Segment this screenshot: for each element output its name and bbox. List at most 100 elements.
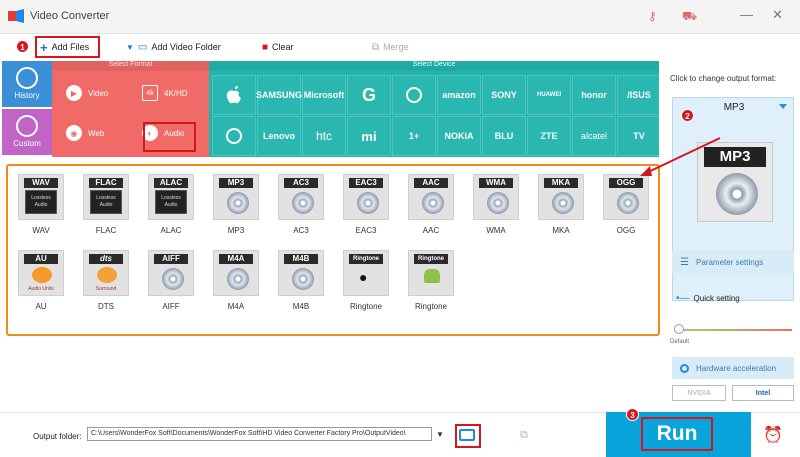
eac3-format-icon: EAC3: [343, 174, 389, 220]
radio-icon: [680, 363, 689, 373]
device-microsoft[interactable]: Microsoft: [302, 75, 346, 115]
ogg-format-icon: OGG: [603, 174, 649, 220]
format-label: Ringtone: [414, 302, 448, 311]
format-alac[interactable]: ALAC Lossless Audio ALAC: [148, 174, 194, 235]
slider-handle[interactable]: [674, 324, 684, 334]
custom-label: Custom: [13, 139, 41, 148]
format-m4a[interactable]: M4A M4A: [213, 250, 259, 311]
format-video-button[interactable]: ▶ Video: [56, 75, 128, 111]
ringtone-iphone-icon: Ringtone ●: [343, 250, 389, 296]
custom-button[interactable]: Custom: [2, 109, 52, 155]
format-au[interactable]: AU Audio Units AU: [18, 250, 64, 311]
wav-format-icon: WAV Lossless Audio: [18, 174, 64, 220]
lg-icon: [406, 87, 422, 103]
format-label: AAC: [422, 226, 440, 235]
format-label: FLAC: [95, 226, 117, 235]
select-device-header: Select Device: [209, 61, 659, 71]
alarm-clock-icon[interactable]: ⏰: [763, 425, 783, 445]
format-label: M4B: [292, 302, 310, 311]
format-flac[interactable]: FLAC Lossless Audio FLAC: [83, 174, 129, 235]
toolbar: + Add Files ▼ ▭ Add Video Folder ■ Clear…: [0, 34, 800, 60]
format-label: M4A: [227, 302, 245, 311]
device-samsung[interactable]: SAMSUNG: [256, 75, 302, 115]
format-aac[interactable]: AAC AAC: [408, 174, 454, 235]
format-ringtone-iphone[interactable]: Ringtone ● Ringtone: [343, 250, 389, 311]
key-icon[interactable]: ⚷: [648, 9, 657, 23]
history-button[interactable]: History: [2, 61, 52, 107]
format-label: AC3: [293, 226, 309, 235]
format-4k-hd-button[interactable]: 4k 4K/HD: [132, 75, 204, 111]
parameter-settings-button[interactable]: ☰ Parameter settings: [672, 251, 794, 273]
device-lg[interactable]: [392, 75, 436, 115]
chevron-down-icon[interactable]: [779, 104, 787, 109]
ringtone-android-icon: Ringtone: [408, 250, 454, 296]
folder-icon: ▭: [137, 41, 148, 53]
run-button[interactable]: Run: [641, 417, 713, 451]
device-apple[interactable]: [212, 75, 256, 115]
format-aiff[interactable]: AIFF AIFF: [148, 250, 194, 311]
select-format-header: Select Format: [52, 61, 209, 71]
format-wma[interactable]: WMA WMA: [473, 174, 519, 235]
format-mp3[interactable]: MP3 MP3: [213, 174, 259, 235]
intel-option[interactable]: Intel: [732, 385, 794, 401]
device-oneplus[interactable]: 1+: [392, 116, 436, 156]
merge-icon[interactable]: ⧉: [520, 429, 528, 442]
nvidia-option[interactable]: NVIDIA: [672, 385, 726, 401]
apple-icon: [226, 86, 241, 104]
device-nokia[interactable]: NOKIA: [437, 116, 481, 156]
hardware-acceleration-toggle[interactable]: Hardware acceleration: [672, 357, 794, 379]
format-web-label: Web: [88, 128, 105, 138]
quick-setting-slider[interactable]: [676, 329, 792, 331]
step-badge-3: 3: [626, 408, 639, 421]
device-huawei[interactable]: HUAWEI: [527, 75, 571, 115]
clear-label: Clear: [272, 42, 294, 52]
app-title: Video Converter: [30, 10, 110, 22]
format-m4b[interactable]: M4B M4B: [278, 250, 324, 311]
clear-button[interactable]: ■ Clear: [262, 39, 294, 55]
select-device-panel: Select Device SAMSUNG Microsoft G amazon…: [209, 61, 661, 157]
quick-setting-label: Quick setting: [693, 294, 740, 303]
format-web-button[interactable]: ◉ Web: [56, 115, 128, 151]
device-amazon[interactable]: amazon: [437, 75, 481, 115]
app-logo-icon: [8, 9, 24, 23]
play-icon: ▶: [66, 85, 82, 101]
format-ac3[interactable]: AC3 AC3: [278, 174, 324, 235]
device-alcatel[interactable]: alcatel: [572, 116, 616, 156]
audio-highlight: [143, 122, 196, 152]
history-icon: [16, 67, 38, 89]
format-dts[interactable]: dts Surround DTS: [83, 250, 129, 311]
add-video-folder-button[interactable]: ▼ ▭ Add Video Folder: [126, 39, 221, 55]
device-motorola[interactable]: [212, 116, 256, 156]
close-button[interactable]: ✕: [772, 7, 783, 23]
device-htc[interactable]: htc: [302, 116, 346, 156]
format-ringtone-android[interactable]: Ringtone Ringtone: [408, 250, 454, 311]
minimize-button[interactable]: —: [740, 7, 753, 22]
device-asus[interactable]: /ISUS: [617, 75, 661, 115]
step-badge-1: 1: [16, 40, 29, 53]
parameter-settings-label: Parameter settings: [696, 257, 764, 267]
merge-label: Merge: [383, 42, 409, 52]
web-icon: ◉: [66, 125, 82, 141]
trash-icon: ■: [262, 41, 269, 53]
device-blu[interactable]: BLU: [482, 116, 526, 156]
format-mka[interactable]: MKA MKA: [538, 174, 584, 235]
format-ogg[interactable]: OGG OGG: [603, 174, 649, 235]
open-folder-highlight: [455, 424, 481, 448]
device-xiaomi[interactable]: mi: [347, 116, 391, 156]
device-sony[interactable]: SONY: [482, 75, 526, 115]
device-google[interactable]: G: [347, 75, 391, 115]
aiff-format-icon: AIFF: [148, 250, 194, 296]
device-zte[interactable]: ZTE: [527, 116, 571, 156]
merge-button[interactable]: ⧉ Merge: [372, 39, 409, 55]
merge-icon: ⧉: [372, 41, 380, 53]
device-lenovo[interactable]: Lenovo: [257, 116, 301, 156]
device-honor[interactable]: honor: [572, 75, 616, 115]
format-label: ALAC: [160, 226, 182, 235]
format-video-label: Video: [88, 88, 109, 98]
output-folder-input[interactable]: C:\Users\WonderFox Soft\Documents\Wonder…: [87, 427, 432, 441]
mp3-format-icon: MP3: [213, 174, 259, 220]
cart-icon[interactable]: ⛟: [682, 9, 697, 25]
format-wav[interactable]: WAV Lossless Audio WAV: [18, 174, 64, 235]
output-folder-dropdown[interactable]: ▼: [434, 427, 446, 441]
format-eac3[interactable]: EAC3 EAC3: [343, 174, 389, 235]
